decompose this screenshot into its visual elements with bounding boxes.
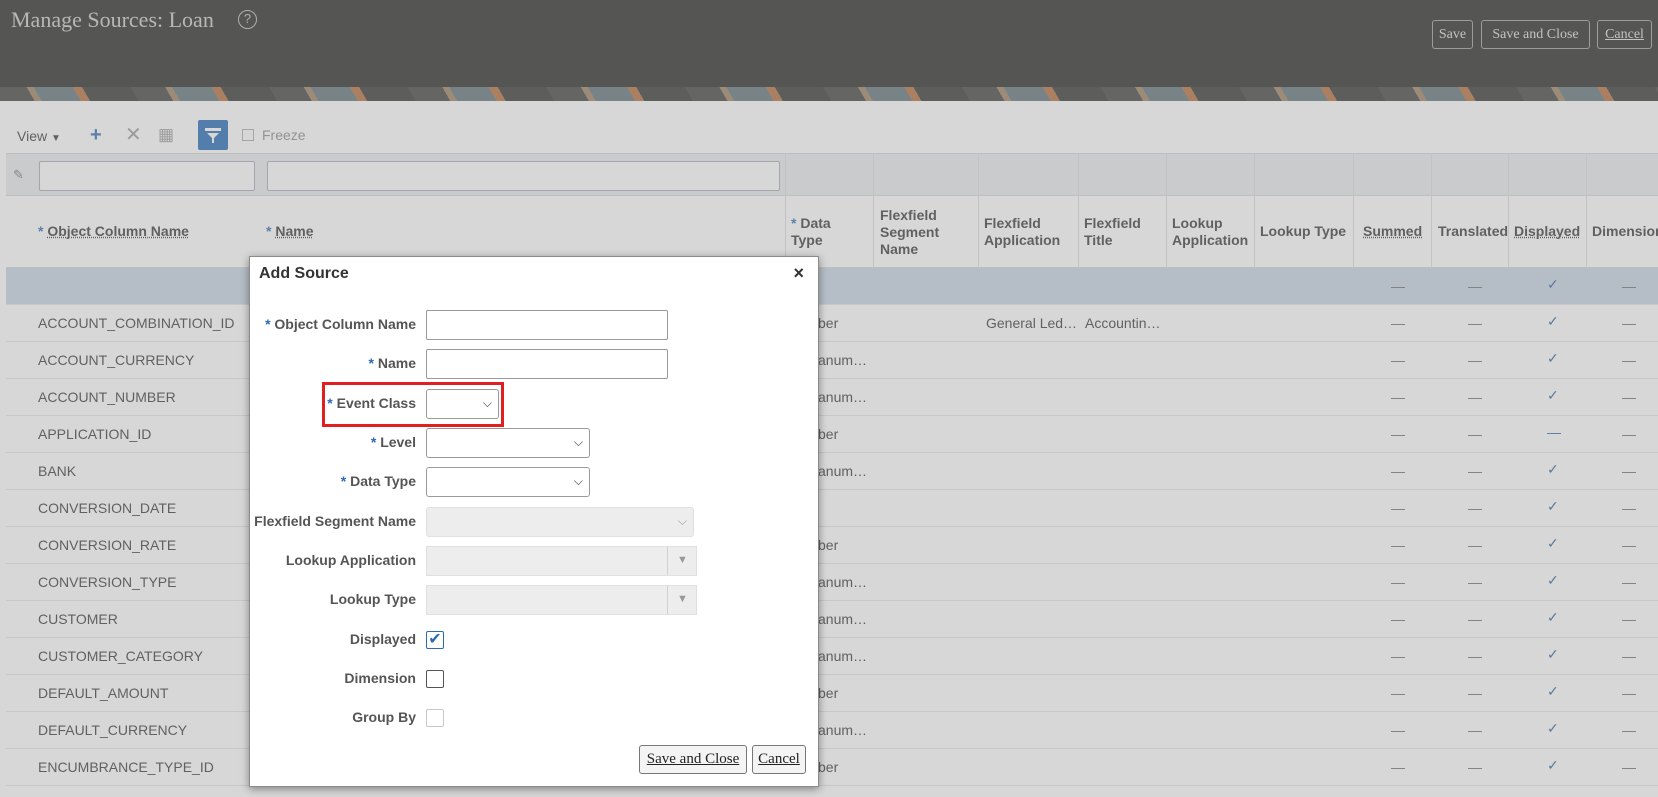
chevron-down-icon: ⌵ xyxy=(677,514,687,528)
chevron-down-icon: ⌵ xyxy=(482,396,492,410)
level-label: * Level xyxy=(370,434,416,450)
displayed-label: Displayed xyxy=(349,631,416,647)
object-column-name-label: * Object Column Name xyxy=(265,316,416,332)
dialog-cancel-button[interactable]: Cancel xyxy=(752,745,806,774)
group-by-label: Group By xyxy=(352,709,416,725)
dropdown-button[interactable]: ▼ xyxy=(667,586,696,614)
object-column-name-input[interactable] xyxy=(426,310,668,340)
flexfield-segment-name-label: Flexfield Segment Name xyxy=(254,513,416,529)
displayed-checkbox[interactable]: ✔ xyxy=(426,631,444,649)
dimension-label: Dimension xyxy=(344,670,416,686)
event-class-select[interactable]: ⌵ xyxy=(426,389,499,419)
close-icon[interactable]: × xyxy=(793,263,804,284)
data-type-label: * Data Type xyxy=(340,473,416,489)
lookup-type-label: Lookup Type xyxy=(329,591,416,607)
add-source-dialog: Add Source × * Object Column Name * Name… xyxy=(249,256,819,787)
dimension-checkbox[interactable] xyxy=(426,670,444,688)
caret-down-icon: ▼ xyxy=(677,593,688,605)
lookup-application-label: Lookup Application xyxy=(285,552,416,568)
event-class-label: * Event Class xyxy=(327,395,416,411)
name-label: * Name xyxy=(368,355,416,371)
group-by-checkbox[interactable] xyxy=(426,709,444,727)
dropdown-button[interactable]: ▼ xyxy=(667,547,696,575)
dialog-title: Add Source xyxy=(259,265,349,282)
level-select[interactable]: ⌵ xyxy=(426,428,590,458)
caret-down-icon: ▼ xyxy=(677,554,688,566)
dialog-save-and-close-button[interactable]: Save and Close xyxy=(639,745,747,774)
lookup-application-combobox[interactable]: ▼ xyxy=(426,546,697,576)
chevron-down-icon: ⌵ xyxy=(573,435,583,449)
data-type-select[interactable]: ⌵ xyxy=(426,467,590,497)
lookup-type-combobox[interactable]: ▼ xyxy=(426,585,697,615)
chevron-down-icon: ⌵ xyxy=(573,474,583,488)
name-input[interactable] xyxy=(426,349,668,379)
flexfield-segment-name-select[interactable]: ⌵ xyxy=(426,507,694,537)
